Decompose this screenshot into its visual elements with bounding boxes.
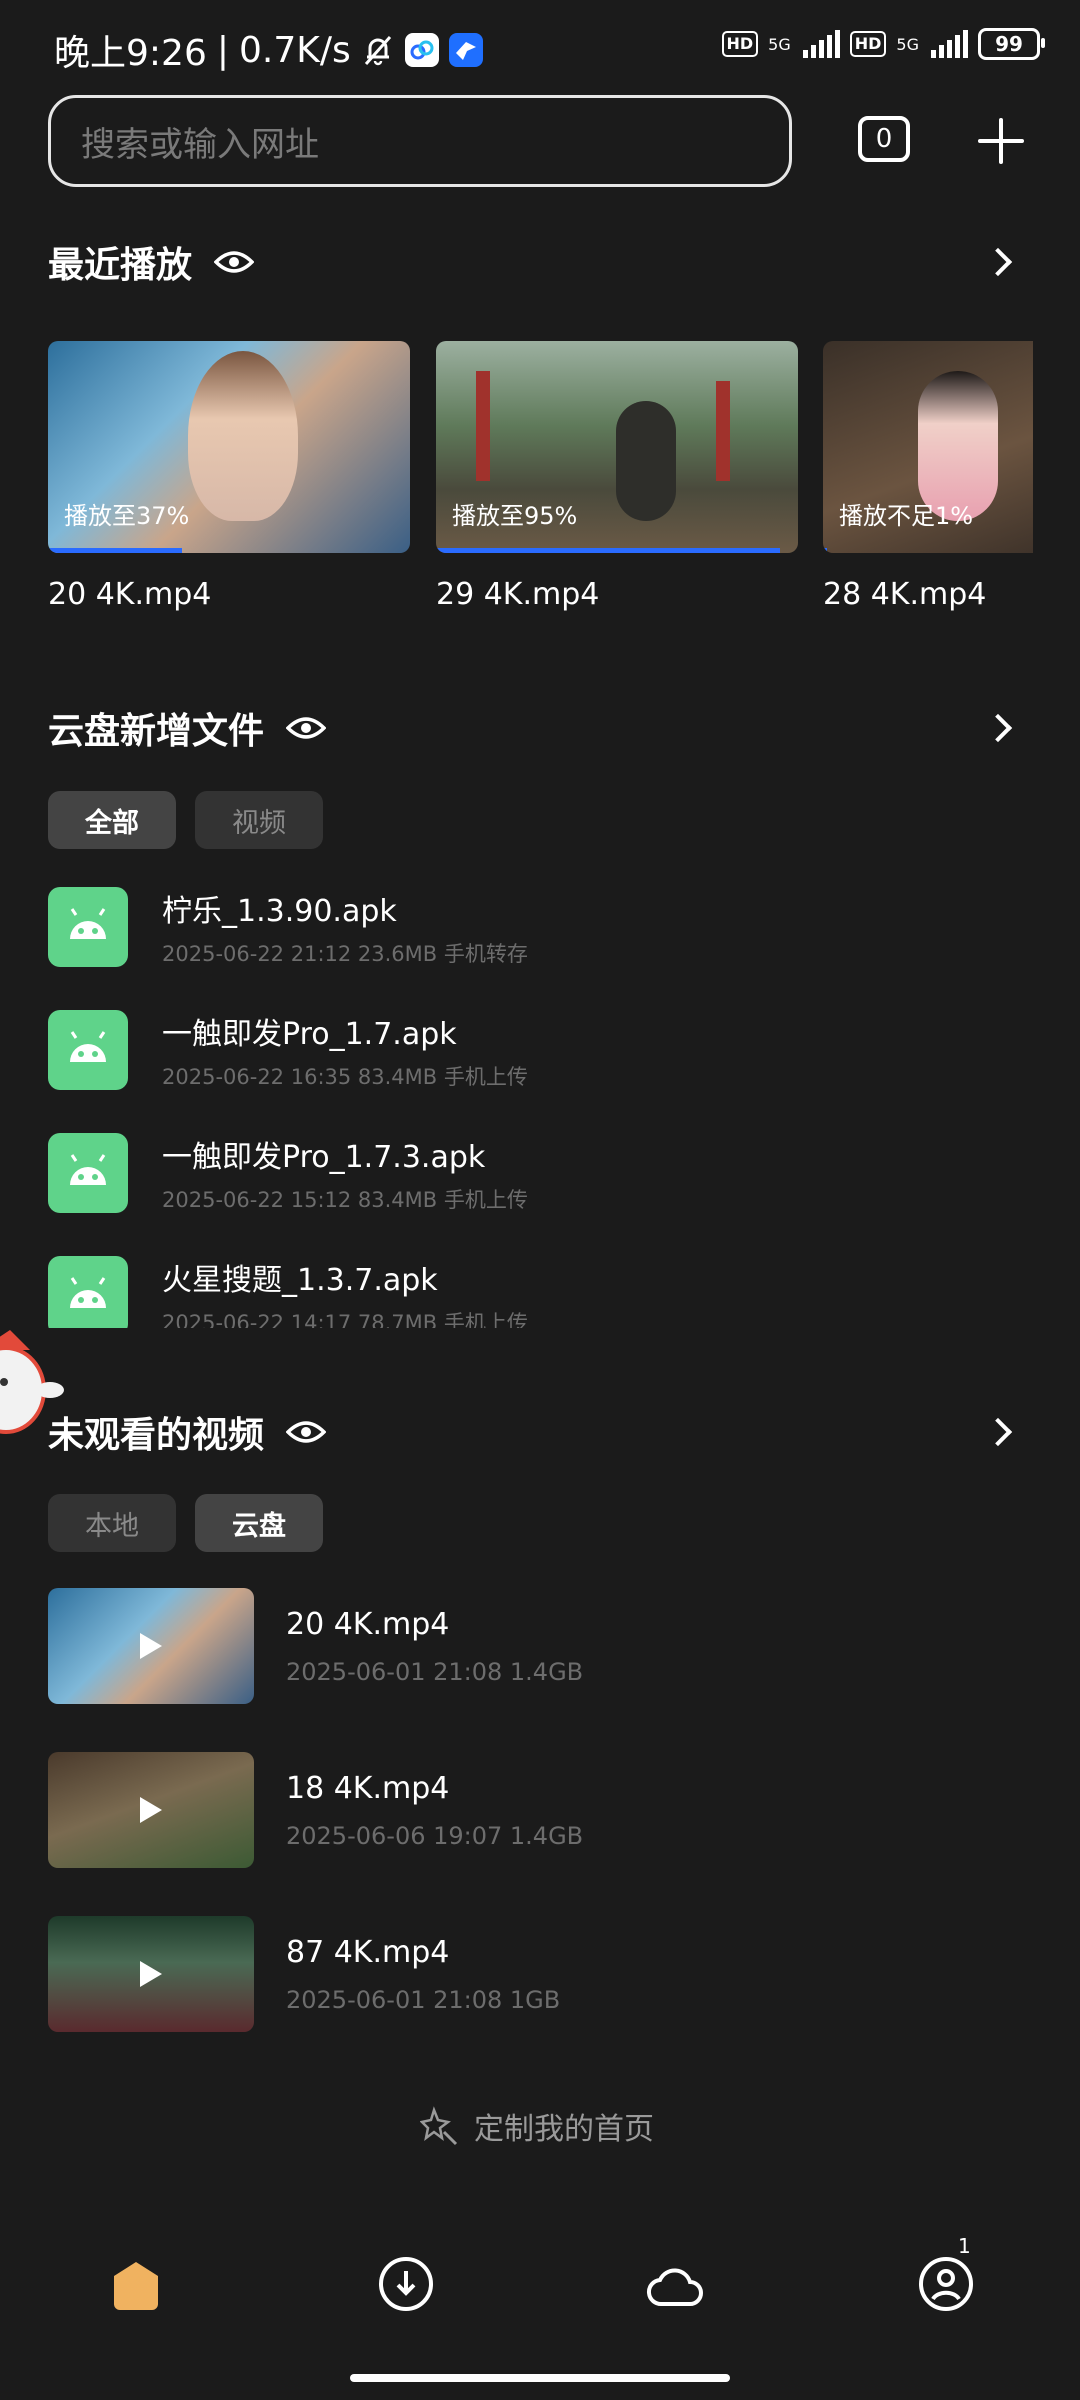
video-meta: 2025-06-06 19:07 1.4GB — [286, 1821, 584, 1850]
list-item[interactable]: 一触即发Pro_1.7.3.apk 2025-06-22 15:12 83.4M… — [48, 1132, 528, 1214]
progress-bar — [48, 548, 182, 553]
progress-bar — [436, 548, 780, 553]
video-thumbnail: 播放至37% — [48, 341, 410, 553]
status-time: 晚上9:26 — [54, 33, 207, 74]
video-thumbnail — [48, 1752, 254, 1868]
recent-card-1[interactable]: 播放至37% 20 4K.mp4 — [48, 341, 410, 612]
video-thumbnail — [48, 1588, 254, 1704]
file-name: 一触即发Pro_1.7.3.apk — [162, 1140, 486, 1175]
bell-muted-icon — [364, 36, 391, 66]
network-type: 5G — [768, 34, 791, 54]
video-name: 87 4K.mp4 — [286, 1934, 450, 1970]
video-meta: 2025-06-01 21:08 1GB — [286, 1985, 561, 2014]
recent-card-2[interactable]: 播放至95% 29 4K.mp4 — [436, 341, 798, 612]
play-icon — [140, 1797, 162, 1823]
search-placeholder: 搜索或输入网址 — [81, 124, 319, 165]
video-item[interactable]: 20 4K.mp4 2025-06-01 21:08 1.4GB — [48, 1588, 583, 1704]
list-item[interactable]: 火星搜题_1.3.7.apk 2025-06-22 14:17 78.7MB 手… — [48, 1255, 528, 1328]
home-indicator[interactable] — [350, 2374, 730, 2382]
network-type-2: 5G — [896, 34, 919, 54]
list-item[interactable]: 一触即发Pro_1.7.apk 2025-06-22 16:35 83.4MB … — [48, 1009, 528, 1091]
recent-section-title: 最近播放 — [48, 236, 255, 288]
file-name: 火星搜题_1.3.7.apk — [162, 1263, 438, 1298]
recent-title: 最近播放 — [48, 245, 193, 286]
chip-all[interactable]: 全部 — [48, 791, 176, 849]
progress-label: 播放至37% — [64, 502, 190, 530]
customize-home-link[interactable]: 定制我的首页 — [420, 2104, 654, 2148]
eye-icon[interactable] — [286, 714, 327, 742]
tab-count: 0 — [875, 124, 893, 154]
bird-app-icon — [448, 33, 483, 67]
cloud-more-chevron-icon[interactable] — [983, 713, 1013, 743]
signal-icon-2 — [931, 30, 968, 58]
cloud-file-list: 柠乐_1.3.90.apk 2025-06-22 21:12 23.6MB 手机… — [0, 880, 1080, 1328]
status-bar-right: HD 5G HD 5G 99 — [721, 28, 1045, 60]
file-meta: 2025-06-22 21:12 23.6MB 手机转存 — [162, 942, 528, 966]
chip-label: 视频 — [232, 807, 286, 839]
android-icon — [48, 1133, 128, 1213]
recent-card-3[interactable]: 播放不足1% 28 4K.mp4 — [823, 341, 1033, 612]
video-thumbnail — [48, 1916, 254, 2032]
chip-cloud[interactable]: 云盘 — [195, 1494, 323, 1552]
chip-local[interactable]: 本地 — [48, 1494, 176, 1552]
unwatched-title: 未观看的视频 — [48, 1415, 265, 1456]
nav-cloud-icon[interactable] — [646, 2258, 704, 2310]
nav-download-icon[interactable] — [378, 2256, 434, 2312]
cloud-title: 云盘新增文件 — [48, 711, 265, 752]
chip-label: 云盘 — [232, 1510, 286, 1542]
video-item[interactable]: 18 4K.mp4 2025-06-06 19:07 1.4GB — [48, 1752, 583, 1868]
video-name: 20 4K.mp4 — [48, 577, 212, 612]
progress-label: 播放至95% — [452, 502, 578, 530]
file-meta: 2025-06-22 14:17 78.7MB 手机上传 — [162, 1311, 528, 1328]
search-input[interactable]: 搜索或输入网址 — [48, 95, 792, 187]
bottom-nav: 1 — [0, 2230, 1080, 2340]
unwatched-more-chevron-icon[interactable] — [983, 1417, 1013, 1447]
cloud-app-icon — [404, 33, 439, 67]
progress-bar — [823, 548, 827, 553]
video-item[interactable]: 87 4K.mp4 2025-06-01 21:08 1GB — [48, 1916, 560, 2032]
video-thumbnail: 播放不足1% — [823, 341, 1033, 553]
unwatched-section-title: 未观看的视频 — [48, 1406, 327, 1458]
hd-badge-2: HD — [849, 31, 887, 57]
video-name: 29 4K.mp4 — [436, 577, 600, 612]
file-meta: 2025-06-22 16:35 83.4MB 手机上传 — [162, 1065, 528, 1089]
profile-badge: 1 — [958, 2234, 971, 2258]
play-icon — [140, 1633, 162, 1659]
tabs-button[interactable]: 0 — [858, 116, 910, 162]
add-icon[interactable] — [978, 118, 1024, 164]
cloud-section-title: 云盘新增文件 — [48, 702, 327, 754]
progress-label: 播放不足1% — [839, 502, 974, 530]
list-item[interactable]: 柠乐_1.3.90.apk 2025-06-22 21:12 23.6MB 手机… — [48, 886, 528, 968]
eye-icon[interactable] — [214, 248, 255, 276]
status-bar-left: 晚上9:26 | 0.7K/s — [54, 24, 483, 76]
video-name: 20 4K.mp4 — [286, 1606, 450, 1642]
chip-label: 全部 — [85, 807, 139, 839]
play-icon — [140, 1961, 162, 1987]
file-meta: 2025-06-22 15:12 83.4MB 手机上传 — [162, 1188, 528, 1212]
video-name: 18 4K.mp4 — [286, 1770, 450, 1806]
battery-level: 99 — [995, 32, 1023, 56]
recent-more-chevron-icon[interactable] — [983, 247, 1013, 277]
signal-icon — [802, 30, 840, 58]
file-name: 柠乐_1.3.90.apk — [162, 894, 397, 929]
nav-home-icon[interactable] — [106, 2256, 166, 2316]
video-meta: 2025-06-01 21:08 1.4GB — [286, 1657, 584, 1686]
chip-label: 本地 — [85, 1510, 139, 1542]
status-divider: | — [216, 29, 229, 71]
video-name: 28 4K.mp4 — [823, 577, 987, 612]
android-icon — [48, 1010, 128, 1090]
customize-label: 定制我的首页 — [474, 2112, 654, 2147]
hd-badge: HD — [721, 31, 759, 57]
eye-icon[interactable] — [286, 1418, 327, 1446]
video-thumbnail: 播放至95% — [436, 341, 798, 553]
file-name: 一触即发Pro_1.7.apk — [162, 1017, 457, 1052]
status-speed: 0.7K/s — [238, 29, 351, 71]
magic-star-icon — [420, 2106, 458, 2146]
android-icon — [48, 887, 128, 967]
android-icon — [48, 1256, 128, 1328]
chip-video[interactable]: 视频 — [195, 791, 323, 849]
battery-icon: 99 — [978, 28, 1045, 60]
nav-profile-icon[interactable] — [918, 2256, 974, 2312]
